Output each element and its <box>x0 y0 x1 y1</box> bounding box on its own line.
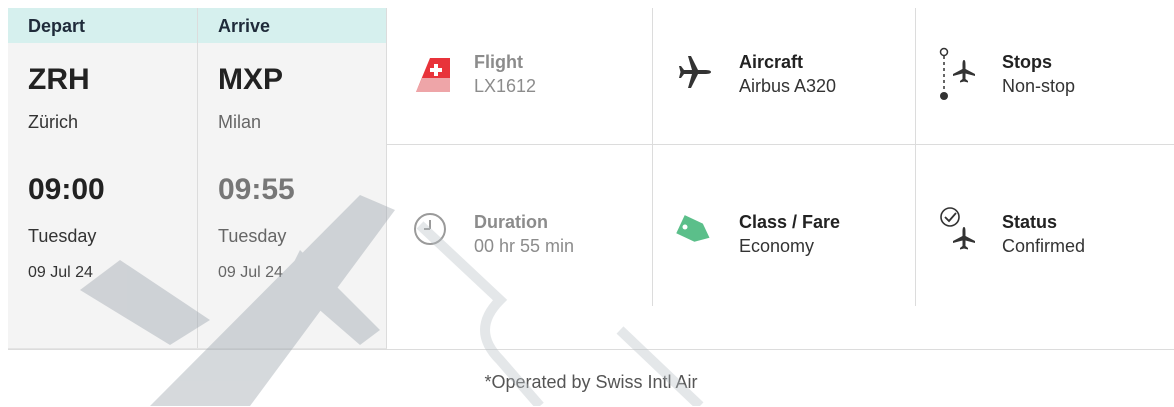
aircraft-title: Aircraft <box>739 52 804 72</box>
status-title: Status <box>1002 212 1058 232</box>
status-cell: Status Confirmed <box>916 145 1174 282</box>
duration-title: Duration <box>474 212 548 232</box>
airplane-icon <box>679 56 711 88</box>
route-stops-icon <box>939 47 975 100</box>
stops-cell: Stops Non-stop <box>916 8 1174 145</box>
depart-arrive-panel: Depart ZRH Zürich 09:00 Tuesday 09 Jul 2… <box>8 8 387 349</box>
class-fare-cell: Class / Fare Economy <box>653 145 916 282</box>
stops-title: Stops <box>1002 52 1053 72</box>
depart-time: 09:00 <box>28 173 105 206</box>
arrive-city: Milan <box>218 112 262 132</box>
flight-title: Flight <box>474 52 523 72</box>
operated-by-text: *Operated by Swiss Intl Air <box>484 372 698 392</box>
stops-value: Non-stop <box>1002 76 1076 96</box>
clock-icon <box>414 213 446 245</box>
aircraft-model: Airbus A320 <box>739 76 837 96</box>
depart-column: Depart ZRH Zürich 09:00 Tuesday 09 Jul 2… <box>8 8 197 348</box>
arrive-label: Arrive <box>218 16 271 36</box>
duration-value: 00 hr 55 min <box>474 236 575 256</box>
duration-cell: Duration 00 hr 55 min <box>388 145 651 282</box>
status-value: Confirmed <box>1002 236 1086 256</box>
flight-details-card: Depart ZRH Zürich 09:00 Tuesday 09 Jul 2… <box>8 8 1174 406</box>
depart-date: 09 Jul 24 <box>28 264 93 281</box>
depart-day: Tuesday <box>28 226 97 246</box>
check-plane-icon <box>940 207 975 250</box>
airline-tail-logo-icon <box>416 58 450 92</box>
depart-airport-code: ZRH <box>28 63 90 96</box>
flight-number-cell: Flight LX1612 <box>388 8 651 145</box>
operated-by-footer: *Operated by Swiss Intl Air <box>8 349 1174 407</box>
arrive-time: 09:55 <box>218 173 295 206</box>
arrive-date: 09 Jul 24 <box>218 264 283 281</box>
aircraft-cell: Aircraft Airbus A320 <box>653 8 916 145</box>
depart-city: Zürich <box>28 112 79 132</box>
class-fare-title: Class / Fare <box>739 212 841 232</box>
arrive-column: Arrive MXP Milan 09:55 Tuesday 09 Jul 24 <box>197 8 387 348</box>
arrive-airport-code: MXP <box>218 63 284 96</box>
price-tag-icon <box>676 215 710 242</box>
depart-label: Depart <box>28 16 86 36</box>
class-fare-value: Economy <box>739 236 815 256</box>
arrive-day: Tuesday <box>218 226 287 246</box>
flight-number: LX1612 <box>474 76 537 96</box>
